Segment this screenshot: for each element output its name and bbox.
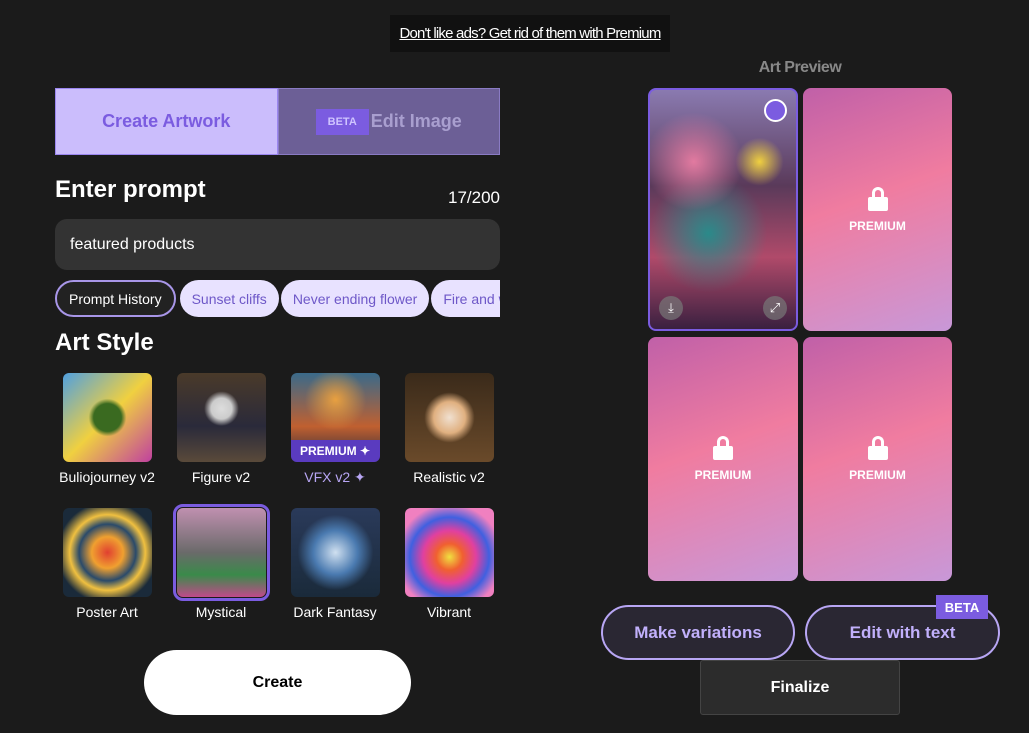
style-thumbnail xyxy=(176,373,266,462)
lock-icon xyxy=(867,436,888,460)
style-thumbnail xyxy=(62,373,152,462)
style-buliojourney[interactable]: Buliojourney v2 xyxy=(50,373,164,485)
download-icon[interactable]: ⤓ xyxy=(659,296,683,320)
style-thumbnail xyxy=(404,508,494,597)
prompt-suggestions: Prompt History Sunset cliffs Never endin… xyxy=(55,280,500,318)
make-variations-button[interactable]: Make variations xyxy=(601,605,795,660)
tab-label: Edit Image xyxy=(370,111,462,131)
finalize-button[interactable]: Finalize xyxy=(700,660,900,715)
style-label: Mystical xyxy=(195,604,247,620)
premium-label: PREMIUM xyxy=(849,218,906,233)
suggestion-chip[interactable]: Sunset cliffs xyxy=(179,280,279,317)
art-preview-heading: Art Preview xyxy=(758,59,842,76)
style-vfx[interactable]: PREMIUM ✦ VFX v2 ✦ xyxy=(278,373,392,486)
style-thumbnail xyxy=(290,508,380,597)
style-label: Figure v2 xyxy=(191,469,251,485)
remove-ads-link[interactable]: Don't like ads? Get rid of them with Pre… xyxy=(390,15,670,52)
style-label: Vibrant xyxy=(426,604,472,620)
locked-preview[interactable]: PREMIUM xyxy=(803,337,952,581)
premium-label: PREMIUM xyxy=(849,468,906,482)
prompt-input[interactable]: featured products xyxy=(55,219,500,270)
beta-badge: BETA xyxy=(315,108,369,135)
style-label: Buliojourney v2 xyxy=(59,469,155,485)
style-figure[interactable]: Figure v2 xyxy=(164,373,278,485)
beta-badge: BETA xyxy=(936,595,988,619)
style-vibrant[interactable]: Vibrant xyxy=(392,508,506,620)
art-style-heading: Art Style xyxy=(55,329,154,356)
create-button[interactable]: Create xyxy=(144,650,411,715)
mode-tabs: Create Artwork BETA Edit Image xyxy=(55,88,500,155)
select-indicator[interactable] xyxy=(764,99,787,122)
style-label: Dark Fantasy xyxy=(293,604,377,620)
style-poster-art[interactable]: Poster Art xyxy=(50,508,164,620)
style-label: Realistic v2 xyxy=(413,469,485,485)
style-mystical[interactable]: Mystical xyxy=(164,504,278,620)
lock-icon xyxy=(713,436,733,460)
style-thumbnail: PREMIUM ✦ xyxy=(290,373,380,462)
tab-create-artwork[interactable]: Create Artwork xyxy=(55,88,278,155)
style-label: Poster Art xyxy=(76,604,138,620)
style-thumbnail xyxy=(62,508,152,597)
style-thumbnail xyxy=(404,373,494,462)
style-thumbnail xyxy=(172,504,270,601)
style-realistic[interactable]: Realistic v2 xyxy=(392,373,506,485)
prompt-history-button[interactable]: Prompt History xyxy=(55,280,176,317)
locked-preview[interactable]: PREMIUM xyxy=(648,337,798,581)
prompt-heading: Enter prompt xyxy=(55,176,206,203)
premium-tag: PREMIUM ✦ xyxy=(290,440,380,462)
style-dark-fantasy[interactable]: Dark Fantasy xyxy=(278,508,392,620)
suggestion-chip[interactable]: Never ending flower xyxy=(280,280,430,317)
tab-label: Create Artwork xyxy=(102,111,231,131)
premium-label: PREMIUM xyxy=(694,468,752,482)
char-counter: 17/200 xyxy=(448,188,500,207)
tab-edit-image[interactable]: BETA Edit Image xyxy=(277,88,500,155)
preview-image[interactable]: ⤓ ⤢ xyxy=(648,88,798,331)
suggestion-chip[interactable]: Fire and water xyxy=(431,280,500,317)
expand-icon[interactable]: ⤢ xyxy=(763,296,787,320)
locked-preview[interactable]: PREMIUM xyxy=(803,88,952,331)
lock-icon xyxy=(867,186,888,211)
style-label: VFX v2 ✦ xyxy=(304,469,366,485)
